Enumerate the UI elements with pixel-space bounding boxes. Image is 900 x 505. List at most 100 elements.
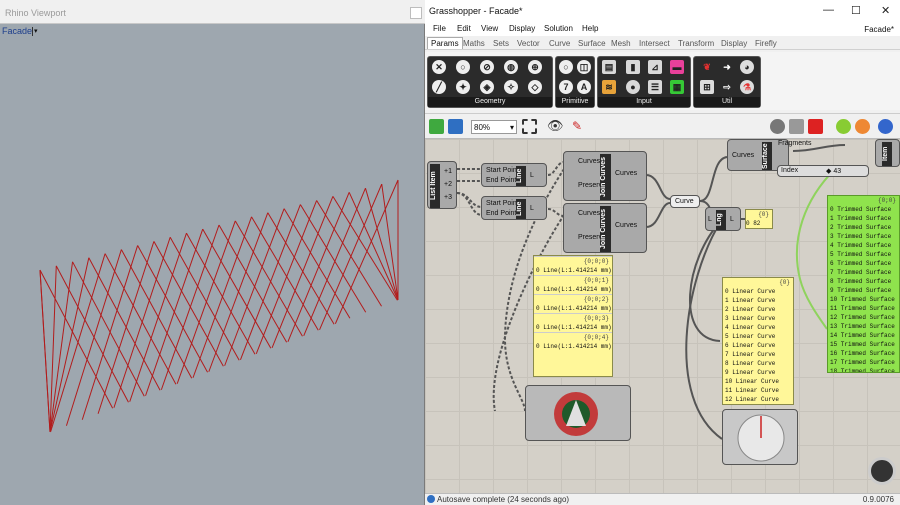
mesh-edge — [224, 208, 285, 366]
lines-panel[interactable]: {0;0;0} 0 Line(L:1.414214 mm) {0;0;1} 0 Lin… — [533, 255, 613, 377]
graph-icon[interactable]: ⊞ — [700, 80, 714, 94]
tab-sets[interactable]: Sets — [493, 39, 509, 48]
join-curves-component-1[interactable]: Curves Preserve Join Curves Curves — [563, 151, 647, 201]
zoom-extents-icon[interactable] — [522, 119, 537, 134]
slider-input-icon[interactable]: ≋ — [602, 80, 616, 94]
geometry-param-icon[interactable]: ✕ — [432, 60, 446, 74]
tab-firefly[interactable]: Firefly — [755, 39, 777, 48]
circle-param-icon[interactable]: ○ — [456, 60, 470, 74]
tab-params[interactable]: Params — [427, 37, 463, 49]
toggle-input-icon[interactable]: ▮ — [626, 60, 640, 74]
menu-edit[interactable]: Edit — [457, 24, 471, 33]
text-param-icon[interactable]: A — [577, 80, 591, 94]
item-component-right[interactable]: Item — [875, 139, 900, 167]
vector-param-icon[interactable]: ✧ — [504, 80, 518, 94]
tab-mesh[interactable]: Mesh — [611, 39, 631, 48]
minimize-icon[interactable]: — — [823, 4, 834, 16]
index-slider[interactable]: Index ◆ 43 — [777, 165, 869, 177]
eye-icon[interactable]: 👁 — [547, 119, 564, 134]
trimmed-panel-row: 5 Trimmed Surface — [830, 251, 892, 258]
cherry-icon[interactable]: ❦ — [700, 60, 714, 74]
color-wheel-component[interactable] — [525, 385, 631, 441]
linear-curve-panel[interactable]: {0} 0 Linear Curve 1 Linear Curve 2 Linear … — [722, 277, 794, 405]
list-item-component[interactable]: List Item +1 +2 +3 — [427, 161, 457, 209]
button-input-icon[interactable]: ⊿ — [648, 60, 662, 74]
join-curves-component-2[interactable]: Curves Preserve Join Curves Curves — [563, 203, 647, 253]
menu-help[interactable]: Help — [582, 24, 598, 33]
tab-maths[interactable]: Maths — [463, 39, 485, 48]
preview-wire-icon[interactable] — [789, 119, 804, 134]
list-input-icon[interactable]: ☰ — [648, 80, 662, 94]
group-label-primitive: Primitive — [556, 97, 594, 107]
tab-display[interactable]: Display — [721, 39, 747, 48]
trimmed-panel-row: 6 Trimmed Surface — [830, 260, 892, 267]
tab-transform[interactable]: Transform — [678, 39, 714, 48]
tab-surface[interactable]: Surface — [578, 39, 606, 48]
menu-display[interactable]: Display — [509, 24, 535, 33]
arrow-out-icon[interactable]: ⇨ — [720, 80, 734, 94]
line-param-icon[interactable]: ╱ — [432, 80, 446, 94]
line-component-2[interactable]: Start Point End Point Line L — [481, 196, 547, 220]
mesh-param-icon[interactable]: ⊕ — [528, 60, 542, 74]
linear-panel-row: 6 Linear Curve — [725, 342, 776, 349]
curve-param-component[interactable]: Curve — [670, 195, 700, 208]
flask-icon[interactable]: ⚗ — [740, 80, 754, 94]
integer-param-icon[interactable]: ◫ — [577, 60, 591, 74]
tab-curve[interactable]: Curve — [549, 39, 570, 48]
bake-icon[interactable] — [836, 119, 851, 134]
solver-icon[interactable] — [855, 119, 870, 134]
length-component[interactable]: L Lng L — [705, 207, 741, 231]
trimmed-panel-row: 11 Trimmed Surface — [830, 305, 895, 312]
preview-selected-icon[interactable] — [808, 119, 823, 134]
save-icon[interactable] — [448, 119, 463, 134]
gh-canvas[interactable]: List Item +1 +2 +3 Start Point End Point… — [425, 139, 900, 493]
maximize-icon[interactable]: ☐ — [851, 4, 861, 17]
menu-view[interactable]: View — [481, 24, 498, 33]
menu-file[interactable]: File — [433, 24, 446, 33]
group-label-input: Input — [598, 97, 690, 107]
brep-param-icon[interactable]: ◇ — [528, 80, 542, 94]
sketch-pen-icon[interactable]: ✎ — [572, 119, 587, 134]
plane-param-icon[interactable]: ◈ — [480, 80, 494, 94]
trimmed-surface-panel[interactable]: {0;0} 0 Trimmed Surface 1 Trimmed Surface 2… — [827, 195, 900, 373]
navigation-widget-icon[interactable] — [868, 457, 896, 485]
swatch-input-icon[interactable]: ▬ — [670, 60, 684, 74]
open-icon[interactable] — [429, 119, 444, 134]
surface-param-icon[interactable]: ◍ — [504, 60, 518, 74]
join2-caption: Join Curves — [600, 206, 611, 252]
line-component-1[interactable]: Start Point End Point Line L — [481, 163, 547, 187]
boolean-param-icon[interactable]: ○ — [559, 60, 573, 74]
mesh-boundary — [39, 269, 51, 433]
curve-param-icon[interactable]: ⊘ — [480, 60, 494, 74]
join2-output: Curves — [615, 222, 638, 229]
trimmed-panel-row: 8 Trimmed Surface — [830, 278, 892, 285]
panel-input-icon[interactable]: ▤ — [602, 60, 616, 74]
zoom-dropdown[interactable]: 80% ▾ — [471, 120, 517, 134]
list-item-output-1: +1 — [444, 168, 452, 175]
lines-panel-branch: {0;0;4} — [534, 332, 612, 342]
number-param-icon[interactable]: 7 — [559, 80, 573, 94]
clock-dial-component[interactable] — [722, 409, 798, 465]
tab-intersect[interactable]: Intersect — [639, 39, 670, 48]
length-panel[interactable]: {0} 0 82 — [745, 209, 773, 229]
mesh-edge — [218, 224, 288, 343]
menu-solution[interactable]: Solution — [544, 24, 573, 33]
preview-shaded-icon[interactable] — [770, 119, 785, 134]
tab-vector[interactable]: Vector — [517, 39, 540, 48]
trimmed-panel-row: 18 Trimmed Surface — [830, 368, 895, 373]
color-wheel-icon[interactable]: ◕ — [740, 60, 754, 74]
arrow-right-icon[interactable]: ➜ — [720, 60, 734, 74]
linear-panel-row: 4 Linear Curve — [725, 324, 776, 331]
trimmed-panel-row: 3 Trimmed Surface — [830, 233, 892, 240]
line1-end-input: End Point — [486, 177, 517, 184]
knob-input-icon[interactable]: ● — [626, 80, 640, 94]
length-output: L — [730, 216, 734, 223]
point-param-icon[interactable]: ✦ — [456, 80, 470, 94]
globe-icon[interactable] — [878, 119, 893, 134]
rhino-viewport[interactable]: Rhino Viewport Facade ▾ — [0, 0, 425, 505]
matrix-input-icon[interactable]: ▦ — [670, 80, 684, 94]
trimmed-panel-row: 13 Trimmed Surface — [830, 323, 895, 330]
linear-panel-row: 8 Linear Curve — [725, 360, 776, 367]
close-icon[interactable]: ✕ — [881, 4, 890, 17]
trimmed-panel-row: 16 Trimmed Surface — [830, 350, 895, 357]
